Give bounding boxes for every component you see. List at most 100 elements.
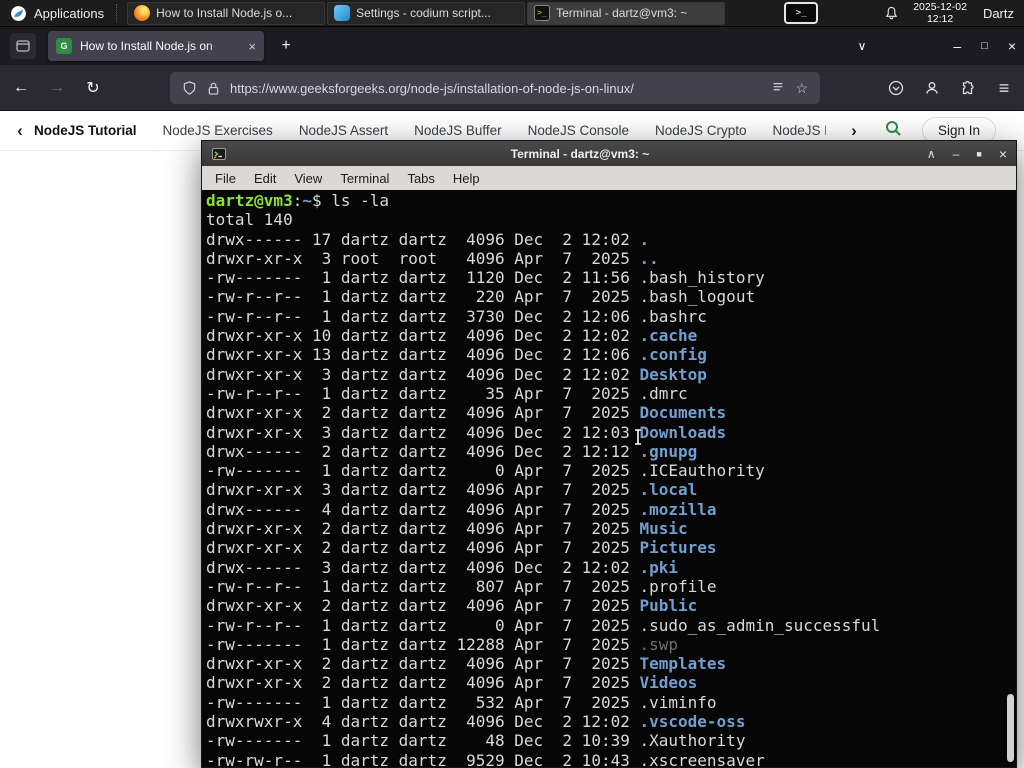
site-nav-link[interactable]: NodeJS DNS	[773, 123, 826, 138]
site-nav-links: NodeJS Tutorial NodeJS Exercises NodeJS As…	[34, 123, 826, 138]
terminal-scrollbar-thumb[interactable]	[1007, 694, 1014, 762]
file-name: .profile	[639, 576, 717, 596]
reload-button[interactable]: ↻	[78, 73, 108, 103]
distro-logo-icon	[11, 5, 26, 21]
back-button[interactable]: ←	[6, 73, 36, 103]
terminal-titlebar[interactable]: Terminal - dartz@vm3: ~ ∧ – ■ ×	[202, 141, 1016, 166]
site-nav-link[interactable]: NodeJS Crypto	[655, 123, 747, 138]
lock-icon[interactable]	[207, 81, 220, 96]
window-icon	[334, 5, 351, 21]
terminal-menu-item[interactable]: Tabs	[399, 169, 442, 188]
terminal-output-line: drwx------ 4 dartz dartz 4096 Apr 7 2025…	[206, 500, 1002, 519]
prompt-dollar: $	[311, 191, 332, 210]
terminal-output-line: drwxr-xr-x 13 dartz dartz 4096 Dec 2 12:…	[206, 345, 1002, 364]
terminal-screen[interactable]: dartz@vm3:~$ ls -la total 140 drwx------ …	[202, 190, 1016, 767]
firefox-view-button[interactable]	[10, 33, 36, 59]
file-columns: drwxr-xr-x 13 dartz dartz 4096 Dec 2 12:…	[206, 345, 640, 365]
account-icon[interactable]	[918, 74, 946, 102]
tray-terminal-icon[interactable]	[784, 2, 819, 24]
terminal-output-line: drwxr-xr-x 10 dartz dartz 4096 Dec 2 12:…	[206, 326, 1002, 345]
nav-next-icon[interactable]: ›	[844, 121, 864, 141]
maximize-button[interactable]: □	[981, 34, 988, 58]
terminal-close-button[interactable]: ×	[999, 146, 1007, 162]
file-columns: -rw-r--r-- 1 dartz dartz 35 Apr 7 2025	[206, 383, 640, 403]
terminal-minimize-button[interactable]: –	[953, 147, 960, 161]
extensions-icon[interactable]	[954, 74, 982, 102]
site-nav-link[interactable]: NodeJS Tutorial	[34, 123, 137, 138]
terminal-menu-item[interactable]: Edit	[246, 169, 284, 188]
terminal-scrollbar[interactable]	[1004, 190, 1016, 767]
terminal-output-line: total 140	[206, 210, 1002, 229]
forward-button[interactable]: →	[42, 73, 72, 103]
close-button[interactable]: ×	[1008, 34, 1016, 58]
terminal-output-line: -rw------- 1 dartz dartz 532 Apr 7 2025 …	[206, 693, 1002, 712]
clock-time: 12:12	[926, 13, 954, 25]
window-title: How to Install Node.js o...	[156, 6, 293, 20]
tab-bar: How to Install Node.js on × + ∨ – □ ×	[0, 27, 1024, 65]
terminal-prompt-line: dartz@vm3:~$ ls -la	[206, 191, 1002, 210]
terminal-menu-item[interactable]: Help	[445, 169, 488, 188]
typed-command: ls -la	[331, 191, 390, 210]
terminal-menu-item[interactable]: View	[286, 169, 330, 188]
site-nav-link[interactable]: NodeJS Exercises	[163, 123, 273, 138]
tab-close-icon[interactable]: ×	[248, 39, 256, 54]
window-title: Settings - codium script...	[356, 6, 491, 20]
file-columns: -rw------- 1 dartz dartz 0 Apr 7 2025	[206, 461, 640, 481]
shade-button[interactable]: ∧	[927, 147, 936, 161]
file-columns: drwxr-xr-x 3 dartz dartz 4096 Dec 2 12:0…	[206, 422, 640, 442]
file-name: Music	[639, 519, 688, 539]
file-columns: drwxr-xr-x 2 dartz dartz 4096 Apr 7 2025	[206, 538, 640, 558]
terminal-output-line: drwxrwxr-x 4 dartz dartz 4096 Dec 2 12:0…	[206, 712, 1002, 731]
site-nav-link[interactable]: NodeJS Assert	[299, 123, 388, 138]
file-name: Pictures	[639, 538, 717, 558]
file-name: Documents	[639, 403, 727, 423]
user-menu[interactable]: Dartz	[983, 6, 1014, 21]
firefox-view-icon	[16, 40, 30, 52]
terminal-output-line: drwx------ 3 dartz dartz 4096 Dec 2 12:0…	[206, 558, 1002, 577]
bookmark-star-icon[interactable]: ☆	[795, 80, 808, 97]
terminal-menu-item[interactable]: File	[207, 169, 244, 188]
reader-view-icon[interactable]	[771, 81, 785, 95]
url-text[interactable]: https://www.geeksforgeeks.org/node-js/in…	[230, 81, 761, 96]
list-all-tabs-button[interactable]: ∨	[850, 34, 874, 58]
terminal-menu-item[interactable]: Terminal	[332, 169, 397, 188]
notifications-bell-icon[interactable]	[884, 5, 899, 21]
url-bar[interactable]: https://www.geeksforgeeks.org/node-js/in…	[170, 72, 820, 104]
clock[interactable]: 2025-12-02 12:12	[913, 1, 967, 25]
taskbar-window-button[interactable]: Settings - codium script...	[327, 1, 526, 25]
site-nav-link[interactable]: NodeJS Buffer	[414, 123, 502, 138]
file-name: .bash_history	[639, 268, 765, 288]
terminal-output-line: -rw-r--r-- 1 dartz dartz 3730 Dec 2 12:0…	[206, 307, 1002, 326]
terminal-output-line: -rw-r--r-- 1 dartz dartz 807 Apr 7 2025 …	[206, 577, 1002, 596]
taskbar-window-button[interactable]: Terminal - dartz@vm3: ~	[527, 1, 726, 25]
file-columns: -rw------- 1 dartz dartz 48 Dec 2 10:39	[206, 731, 640, 751]
terminal-output-line: -rw------- 1 dartz dartz 12288 Apr 7 202…	[206, 635, 1002, 654]
toolbar-right-icons: ≡	[882, 74, 1018, 102]
terminal-maximize-button[interactable]: ■	[976, 149, 981, 159]
taskbar-window-button[interactable]: How to Install Node.js o...	[127, 1, 326, 25]
file-name: Templates	[639, 654, 727, 674]
site-nav-link[interactable]: NodeJS Console	[528, 123, 629, 138]
file-columns: drwxr-xr-x 2 dartz dartz 4096 Apr 7 2025	[206, 403, 640, 423]
search-icon[interactable]	[884, 119, 902, 142]
navigation-toolbar: ← → ↻ https://www.geeksforgeeks.org/node…	[0, 65, 1024, 111]
new-tab-button[interactable]: +	[274, 34, 298, 58]
file-columns: -rw-r--r-- 1 dartz dartz 220 Apr 7 2025	[206, 287, 640, 307]
nav-prev-icon[interactable]: ‹	[10, 121, 30, 141]
prompt-user-host: dartz@vm3	[206, 191, 293, 210]
pocket-icon[interactable]	[882, 74, 910, 102]
file-name: .ICEauthority	[639, 461, 765, 481]
minimize-button[interactable]: –	[953, 34, 961, 58]
applications-menu[interactable]: Applications	[0, 0, 114, 26]
browser-tab[interactable]: How to Install Node.js on ×	[48, 31, 264, 61]
file-columns: drwxr-xr-x 3 root root 4096 Apr 7 2025	[206, 248, 640, 268]
file-columns: drwxr-xr-x 2 dartz dartz 4096 Apr 7 2025	[206, 654, 640, 674]
file-name: Videos	[639, 673, 698, 693]
menu-icon[interactable]: ≡	[990, 74, 1018, 102]
terminal-output-line: drwxr-xr-x 2 dartz dartz 4096 Apr 7 2025…	[206, 654, 1002, 673]
taskbar-handle[interactable]	[116, 4, 122, 22]
shield-icon[interactable]	[182, 80, 197, 96]
terminal-output-line: drwx------ 2 dartz dartz 4096 Dec 2 12:1…	[206, 442, 1002, 461]
file-name: .viminfo	[639, 692, 717, 712]
file-columns: -rw------- 1 dartz dartz 1120 Dec 2 11:5…	[206, 268, 640, 288]
